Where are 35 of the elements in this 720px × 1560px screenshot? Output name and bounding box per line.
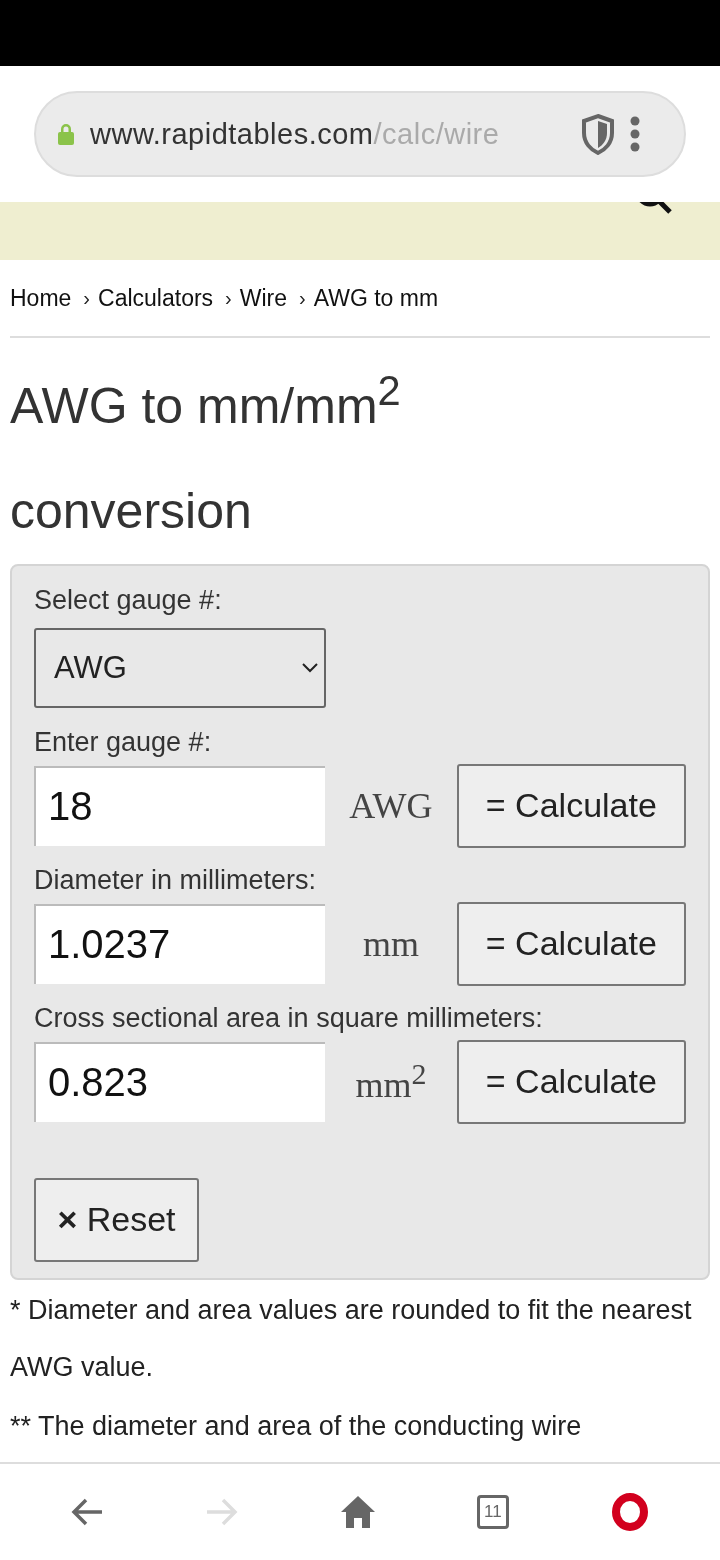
gauge-select[interactable]: AWG: [34, 627, 326, 708]
calculate-button[interactable]: = Calculate: [456, 763, 686, 848]
unit-label: AWG: [348, 784, 434, 827]
reset-button[interactable]: × Reset: [34, 1177, 199, 1262]
shield-icon[interactable]: [580, 113, 616, 155]
lock-icon: [56, 122, 76, 146]
home-icon[interactable]: [340, 1495, 376, 1529]
breadcrumb-separator: ›: [299, 286, 306, 310]
input-field[interactable]: 0.823: [34, 1041, 326, 1122]
breadcrumb-separator: ›: [83, 286, 91, 310]
footnote: ** The diameter and area of the conducting wire: [10, 1409, 583, 1443]
calculate-button[interactable]: = Calculate: [456, 1039, 686, 1124]
field-label: Cross sectional area in square millimeters:: [34, 1001, 543, 1035]
field-label: Enter gauge #:: [34, 725, 212, 759]
footnote: * Diameter and area values are rounded to fit the nearest AWG value.: [10, 1293, 693, 1384]
breadcrumb-link[interactable]: Calculators: [98, 284, 214, 312]
field-label: Select gauge #:: [34, 583, 222, 617]
breadcrumb-link[interactable]: Home: [10, 284, 72, 312]
address-bar[interactable]: www.rapidtables.com/calc/wire: [34, 91, 686, 177]
more-icon[interactable]: [630, 116, 640, 152]
calculate-button[interactable]: = Calculate: [456, 901, 686, 986]
url-text: www.rapidtables.com/calc/wire: [90, 117, 501, 151]
opera-logo-icon[interactable]: [609, 1492, 650, 1532]
input-field[interactable]: 18: [34, 765, 326, 846]
breadcrumb-link[interactable]: AWG to mm: [313, 284, 439, 312]
page-title: AWG to mm/mm$^{2}$ conversion: [10, 366, 402, 541]
breadcrumb-link[interactable]: Wire: [239, 284, 288, 312]
back-icon[interactable]: [70, 1497, 105, 1527]
unit-label: mm: [361, 922, 420, 965]
input-field[interactable]: 1.0237: [34, 903, 326, 984]
chevron-icon: [302, 662, 318, 673]
field-label: Diameter in millimeters:: [34, 863, 317, 897]
unit-label: mm$^{2}$: [354, 1057, 428, 1107]
tabs-button[interactable]: 11: [476, 1495, 509, 1529]
breadcrumb-separator: ›: [225, 286, 232, 310]
